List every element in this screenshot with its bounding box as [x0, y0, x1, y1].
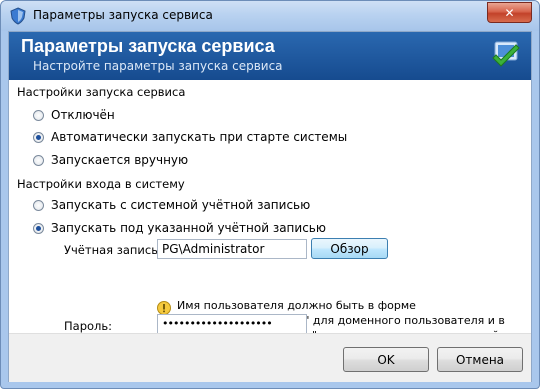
radio-label: Запускается вручную: [51, 153, 189, 167]
startup-section-label: Настройки запуска сервиса: [17, 85, 186, 99]
radio-label: Автоматически запускать при старте систе…: [51, 130, 348, 144]
radio-label: Запускать под указанной учётной записью: [51, 221, 326, 235]
radio-manual[interactable]: Запускается вручную: [33, 153, 188, 167]
account-input[interactable]: PG\Administrator: [157, 239, 307, 259]
radio-system-account[interactable]: Запускать с системной учётной записью: [33, 198, 310, 212]
radio-button[interactable]: [33, 109, 44, 121]
window-title: Параметры запуска сервиса: [33, 8, 213, 22]
app-shield-icon: [10, 7, 26, 25]
dialog-client: Параметры запуска сервиса Настройте пара…: [8, 31, 532, 382]
password-input[interactable]: ••••••••••••••••••••: [157, 314, 307, 334]
browse-button[interactable]: Обзор: [311, 238, 388, 259]
radio-disabled[interactable]: Отключён: [33, 108, 115, 122]
close-icon: ✕: [504, 5, 515, 20]
title-bar[interactable]: Параметры запуска сервиса ✕: [1, 1, 539, 31]
radio-button[interactable]: [33, 199, 44, 211]
logon-section-label: Настройки входа в систему: [17, 177, 185, 191]
radio-automatic[interactable]: Автоматически запускать при старте систе…: [33, 130, 347, 144]
settings-panel: Настройки запуска сервиса Отключён Автом…: [9, 80, 531, 342]
radio-label: Запускать с системной учётной записью: [51, 198, 311, 212]
radio-specified-account[interactable]: Запускать под указанной учётной записью: [33, 221, 326, 235]
dialog-window: Параметры запуска сервиса ✕ Параметры за…: [0, 0, 540, 389]
ok-button[interactable]: OK: [343, 347, 429, 372]
password-label: Пароль:: [64, 319, 113, 333]
close-button[interactable]: ✕: [487, 2, 532, 23]
header-title: Параметры запуска сервиса: [21, 36, 275, 56]
header-banner: Параметры запуска сервиса Настройте пара…: [9, 32, 531, 80]
button-bar: OK Отмена: [9, 333, 531, 382]
cancel-button[interactable]: Отмена: [437, 347, 523, 372]
radio-button[interactable]: [33, 222, 44, 234]
services-check-icon: [492, 41, 520, 67]
radio-label: Отключён: [51, 108, 115, 122]
info-warning-icon: [157, 301, 171, 315]
header-subtitle: Настройте параметры запуска сервиса: [33, 59, 283, 73]
radio-button[interactable]: [33, 154, 44, 166]
radio-button[interactable]: [33, 131, 44, 143]
account-label: Учётная запись:: [64, 243, 162, 257]
